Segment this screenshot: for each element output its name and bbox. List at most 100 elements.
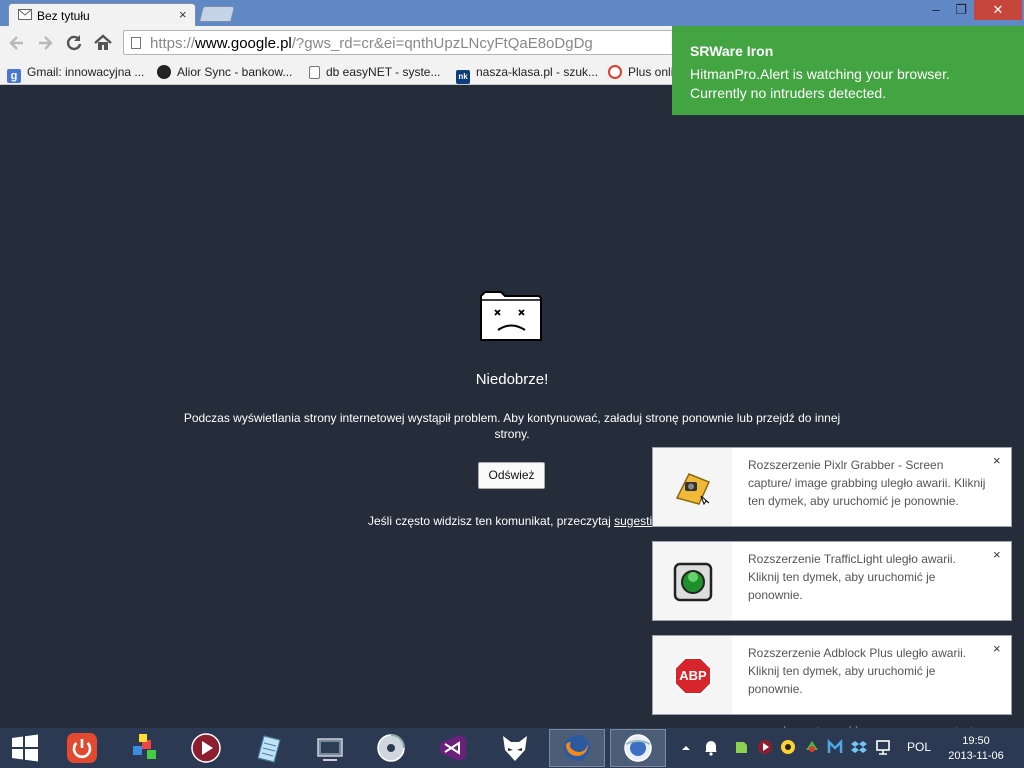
chevron-up-icon (682, 746, 690, 750)
taskbar-power-app[interactable] (54, 729, 110, 767)
notebook-icon (257, 735, 281, 763)
page-icon (309, 66, 320, 79)
pixlr-grabber-icon (675, 473, 711, 506)
clock-time: 19:50 (962, 735, 990, 747)
crash-help-line: Jeśli często widzisz ten komunikat, prze… (368, 514, 659, 528)
cubes-icon (133, 734, 156, 759)
plus-icon (608, 65, 622, 79)
taskbar-fox-app[interactable] (487, 729, 543, 767)
network-icon (876, 740, 890, 755)
reload-icon (66, 35, 82, 51)
arrow-right-icon (39, 36, 53, 50)
taskbar-iron-app[interactable] (610, 729, 666, 767)
back-button[interactable] (7, 33, 27, 53)
sad-folder-icon (480, 291, 542, 341)
minimize-button[interactable]: – (926, 0, 946, 20)
power-icon (67, 733, 97, 763)
gamepad-icon (806, 741, 818, 752)
tray-media-player[interactable] (757, 738, 773, 756)
arrow-left-icon (9, 36, 23, 50)
tray-notifications[interactable] (703, 738, 719, 756)
iron-notification[interactable]: SRWare Iron HitmanPro.Alert is watching … (672, 26, 1024, 115)
hitmanpro-icon (781, 740, 795, 754)
nk-icon: nk (456, 70, 470, 84)
traffic-light-icon (673, 562, 713, 602)
notification-close-button[interactable]: × (993, 453, 1001, 468)
notification-icon-box (653, 542, 732, 620)
restore-button[interactable]: ❐ (951, 0, 971, 20)
bookmark-nasza-klasa[interactable]: nk nasza-klasa.pl - szuk... (456, 63, 598, 84)
tab-strip: Bez tytułu × – ❐ ✕ (0, 0, 1024, 26)
dropbox-icon (851, 741, 867, 753)
notification-message: Rozszerzenie Pixlr Grabber - Screen capt… (748, 458, 986, 508)
clock[interactable]: 19:50 2013-11-06 (946, 734, 1006, 764)
tray-hitmanpro[interactable] (780, 738, 796, 756)
tray-overflow-button[interactable] (681, 738, 691, 756)
page-icon (131, 37, 141, 49)
windows-logo-icon (12, 734, 38, 762)
media-player-icon (191, 733, 221, 763)
taskbar-notes-app[interactable] (240, 729, 296, 767)
srware-iron-icon (624, 734, 652, 762)
address-bar[interactable]: https://www.google.pl/?gws_rd=cr&ei=qnth… (123, 30, 703, 55)
envelope-icon (18, 9, 32, 20)
tray-network[interactable] (875, 738, 893, 756)
tray-language[interactable]: POL (907, 740, 931, 758)
reload-button[interactable] (64, 33, 84, 53)
screenshot-tool-icon (317, 738, 343, 761)
visual-studio-icon (440, 735, 466, 761)
address-url: https://www.google.pl/?gws_rd=cr&ei=qnth… (150, 35, 593, 52)
home-icon (94, 34, 112, 50)
media-player-icon (758, 740, 772, 754)
start-button[interactable] (0, 729, 56, 767)
tray-app-green[interactable] (804, 738, 820, 756)
adblock-icon-label: ABP (679, 668, 707, 683)
bell-icon (705, 741, 717, 756)
notification-line-2: Currently no intruders detected. (690, 85, 887, 101)
bookmark-gmail[interactable]: g Gmail: innowacyjna ... (7, 63, 144, 83)
reload-page-button[interactable]: Odśwież (478, 462, 545, 489)
disc-icon (377, 734, 405, 762)
notification-message: Rozszerzenie Adblock Plus uległo awarii.… (748, 646, 967, 696)
adblock-crash-notification[interactable]: ABP Rozszerzenie Adblock Plus uległo awa… (652, 635, 1012, 715)
bookmark-db-easynet[interactable]: db easyNET - syste... (309, 63, 441, 81)
tab-active[interactable]: Bez tytułu × (8, 3, 196, 26)
tray-malwarebytes[interactable] (827, 738, 843, 756)
tray-dropbox[interactable] (851, 738, 867, 756)
alior-icon (157, 65, 171, 79)
firefox-icon (564, 735, 590, 761)
clock-date: 2013-11-06 (948, 750, 1004, 762)
taskbar-cubes-app[interactable] (117, 729, 173, 767)
notification-icon-box (653, 448, 732, 526)
notification-icon-box: ABP (653, 636, 732, 714)
tab-title: Bez tytułu (37, 9, 90, 23)
taskbar-screenshot-app[interactable] (302, 729, 358, 767)
taskbar-media-player-app[interactable] (178, 729, 234, 767)
forward-button[interactable] (35, 33, 55, 53)
crash-page: Niedobrze! Podczas wyświetlania strony i… (0, 85, 1024, 728)
fox-mask-icon (503, 736, 527, 761)
taskbar-firefox-app[interactable] (549, 729, 605, 767)
notification-close-button[interactable]: × (993, 641, 1001, 656)
trafficlight-crash-notification[interactable]: Rozszerzenie TrafficLight uległo awarii.… (652, 541, 1012, 621)
bookmark-alior[interactable]: Alior Sync - bankow... (157, 63, 292, 81)
notification-title: SRWare Iron (690, 43, 774, 59)
tab-close-button[interactable]: × (179, 7, 187, 22)
notification-close-button[interactable]: × (993, 547, 1001, 562)
crash-message: Podczas wyświetlania strony internetowej… (183, 411, 841, 441)
pixlr-crash-notification[interactable]: Rozszerzenie Pixlr Grabber - Screen capt… (652, 447, 1012, 527)
home-button[interactable] (93, 33, 113, 53)
taskbar-visual-studio-app[interactable] (425, 729, 481, 767)
taskbar: POL 19:50 2013-11-06 (0, 728, 1024, 768)
crash-title: Niedobrze! (475, 371, 549, 388)
new-tab-button[interactable] (199, 6, 235, 22)
malwarebytes-icon (827, 738, 843, 753)
window-close-button[interactable]: ✕ (974, 0, 1022, 20)
notification-message: Rozszerzenie TrafficLight uległo awarii.… (748, 552, 956, 602)
google-icon: g (7, 69, 21, 83)
notification-line-1: HitmanPro.Alert is watching your browser… (690, 66, 950, 82)
bookmark-plus-online[interactable]: Plus onli (608, 63, 673, 81)
evernote-icon (736, 742, 747, 753)
taskbar-disc-app[interactable] (363, 729, 419, 767)
tray-evernote[interactable] (733, 738, 749, 756)
